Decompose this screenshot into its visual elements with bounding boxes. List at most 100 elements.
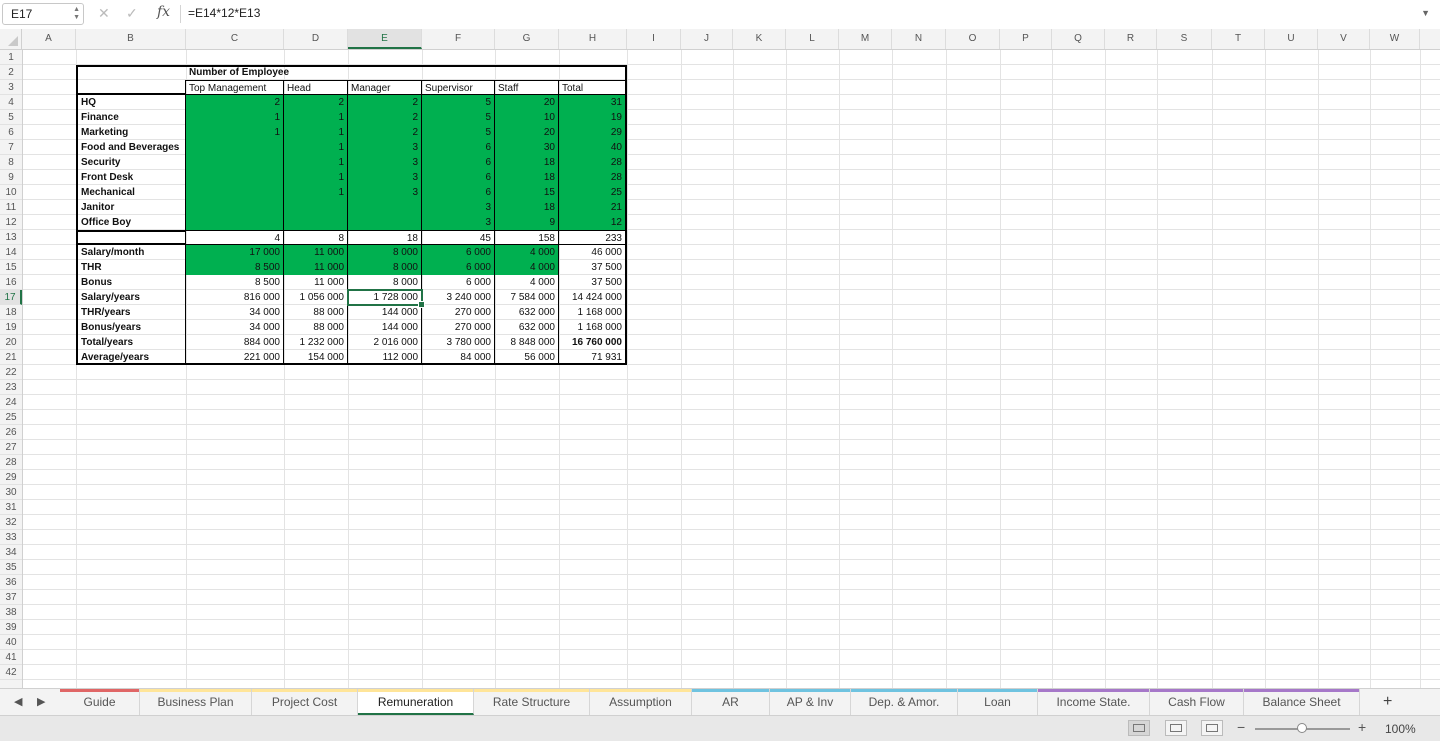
department-label[interactable]: Mechanical [76, 185, 186, 200]
headcount-cell[interactable]: 31 [559, 95, 627, 110]
remuneration-cell[interactable]: 34 000 [186, 320, 284, 335]
sheet-tab-remuneration[interactable]: Remuneration [358, 689, 474, 715]
headcount-cell[interactable] [186, 155, 284, 170]
column-header-b[interactable]: B [76, 29, 186, 49]
headcount-cell[interactable] [186, 140, 284, 155]
headcount-cell[interactable]: 1 [186, 125, 284, 140]
name-box-stepper-icon[interactable]: ▲ ▼ [73, 6, 80, 22]
remuneration-cell[interactable]: 8 000 [348, 245, 422, 260]
column-header-o[interactable]: O [946, 29, 1000, 49]
headcount-cell[interactable]: 2 [186, 95, 284, 110]
remuneration-cell[interactable]: 3 240 000 [422, 290, 495, 305]
row-header-28[interactable]: 28 [0, 455, 22, 470]
headcount-cell[interactable]: 2 [348, 110, 422, 125]
headcount-cell[interactable]: 3 [348, 170, 422, 185]
previous-sheet-icon[interactable]: ◀ [14, 695, 22, 708]
headcount-total[interactable]: 8 [284, 230, 348, 245]
row-header-7[interactable]: 7 [0, 140, 22, 155]
remuneration-cell[interactable]: 884 000 [186, 335, 284, 350]
headcount-cell[interactable]: 18 [495, 170, 559, 185]
headcount-cell[interactable]: 18 [495, 155, 559, 170]
table-header-cell[interactable] [559, 65, 627, 80]
column-header-n[interactable]: N [892, 29, 946, 49]
headcount-cell[interactable]: 5 [422, 125, 495, 140]
column-header-v[interactable]: V [1318, 29, 1370, 49]
remuneration-cell[interactable]: 1 168 000 [559, 305, 627, 320]
remuneration-cell[interactable]: 34 000 [186, 305, 284, 320]
headcount-total[interactable]: 18 [348, 230, 422, 245]
department-label[interactable]: Food and Beverages [76, 140, 186, 155]
row-header-27[interactable]: 27 [0, 440, 22, 455]
headcount-cell[interactable] [348, 200, 422, 215]
metric-label[interactable]: Average/years [76, 350, 186, 365]
row-header-11[interactable]: 11 [0, 200, 22, 215]
department-label[interactable]: HQ [76, 95, 186, 110]
column-header-w[interactable]: W [1370, 29, 1420, 49]
headcount-cell[interactable]: 40 [559, 140, 627, 155]
insert-function-icon[interactable]: fx [157, 4, 170, 20]
headcount-cell[interactable]: 25 [559, 185, 627, 200]
column-header-c[interactable]: C [186, 29, 284, 49]
headcount-cell[interactable]: 3 [422, 215, 495, 230]
remuneration-cell[interactable]: 17 000 [186, 245, 284, 260]
remuneration-cell[interactable]: 8 848 000 [495, 335, 559, 350]
column-header-k[interactable]: K [733, 29, 786, 49]
remuneration-cell[interactable]: 112 000 [348, 350, 422, 365]
remuneration-cell[interactable]: 3 780 000 [422, 335, 495, 350]
row-header-29[interactable]: 29 [0, 470, 22, 485]
table-header-cell[interactable] [495, 65, 559, 80]
sheet-tab-income-state[interactable]: Income State. [1038, 689, 1150, 715]
headcount-cell[interactable]: 6 [422, 185, 495, 200]
headcount-cell[interactable]: 15 [495, 185, 559, 200]
row-header-16[interactable]: 16 [0, 275, 22, 290]
headcount-cell[interactable]: 19 [559, 110, 627, 125]
group-header[interactable]: Number of Employee [186, 65, 289, 80]
column-title[interactable]: Total [559, 80, 627, 95]
headcount-cell[interactable]: 3 [348, 185, 422, 200]
row-header-36[interactable]: 36 [0, 575, 22, 590]
column-header-h[interactable]: H [559, 29, 627, 49]
headcount-cell[interactable]: 30 [495, 140, 559, 155]
zoom-in-icon[interactable]: + [1358, 719, 1366, 735]
row-header-2[interactable]: 2 [0, 65, 22, 80]
headcount-cell[interactable]: 20 [495, 95, 559, 110]
headcount-cell[interactable]: 5 [422, 95, 495, 110]
remuneration-cell[interactable]: 6 000 [422, 260, 495, 275]
headcount-total[interactable]: 4 [186, 230, 284, 245]
metric-label[interactable]: THR [76, 260, 186, 275]
remuneration-cell[interactable]: 1 232 000 [284, 335, 348, 350]
headcount-cell[interactable]: 9 [495, 215, 559, 230]
column-header-f[interactable]: F [422, 29, 495, 49]
headcount-cell[interactable]: 1 [284, 185, 348, 200]
headcount-cell[interactable]: 1 [284, 125, 348, 140]
headcount-cell[interactable] [186, 215, 284, 230]
remuneration-cell[interactable]: 84 000 [422, 350, 495, 365]
zoom-out-icon[interactable]: − [1237, 719, 1245, 735]
row-header-9[interactable]: 9 [0, 170, 22, 185]
headcount-cell[interactable]: 2 [348, 95, 422, 110]
remuneration-cell[interactable]: 144 000 [348, 320, 422, 335]
table-header-cell[interactable] [284, 65, 348, 80]
headcount-total[interactable]: 158 [495, 230, 559, 245]
remuneration-cell[interactable]: 37 500 [559, 275, 627, 290]
remuneration-cell[interactable]: 1 056 000 [284, 290, 348, 305]
headcount-cell[interactable]: 5 [422, 110, 495, 125]
page-break-view-icon[interactable] [1201, 720, 1223, 736]
remuneration-cell[interactable]: 144 000 [348, 305, 422, 320]
column-header-g[interactable]: G [495, 29, 559, 49]
column-title[interactable]: Top Management [186, 80, 284, 95]
column-header-r[interactable]: R [1105, 29, 1157, 49]
remuneration-cell[interactable]: 71 931 [559, 350, 627, 365]
row-header-6[interactable]: 6 [0, 125, 22, 140]
headcount-cell[interactable]: 3 [348, 140, 422, 155]
column-header-l[interactable]: L [786, 29, 839, 49]
column-header-e[interactable]: E [348, 29, 422, 49]
department-label[interactable]: Janitor [76, 200, 186, 215]
headcount-cell[interactable] [186, 200, 284, 215]
row-header-22[interactable]: 22 [0, 365, 22, 380]
remuneration-cell[interactable]: 88 000 [284, 320, 348, 335]
headcount-cell[interactable] [284, 200, 348, 215]
row-header-20[interactable]: 20 [0, 335, 22, 350]
row-header-5[interactable]: 5 [0, 110, 22, 125]
row-header-23[interactable]: 23 [0, 380, 22, 395]
